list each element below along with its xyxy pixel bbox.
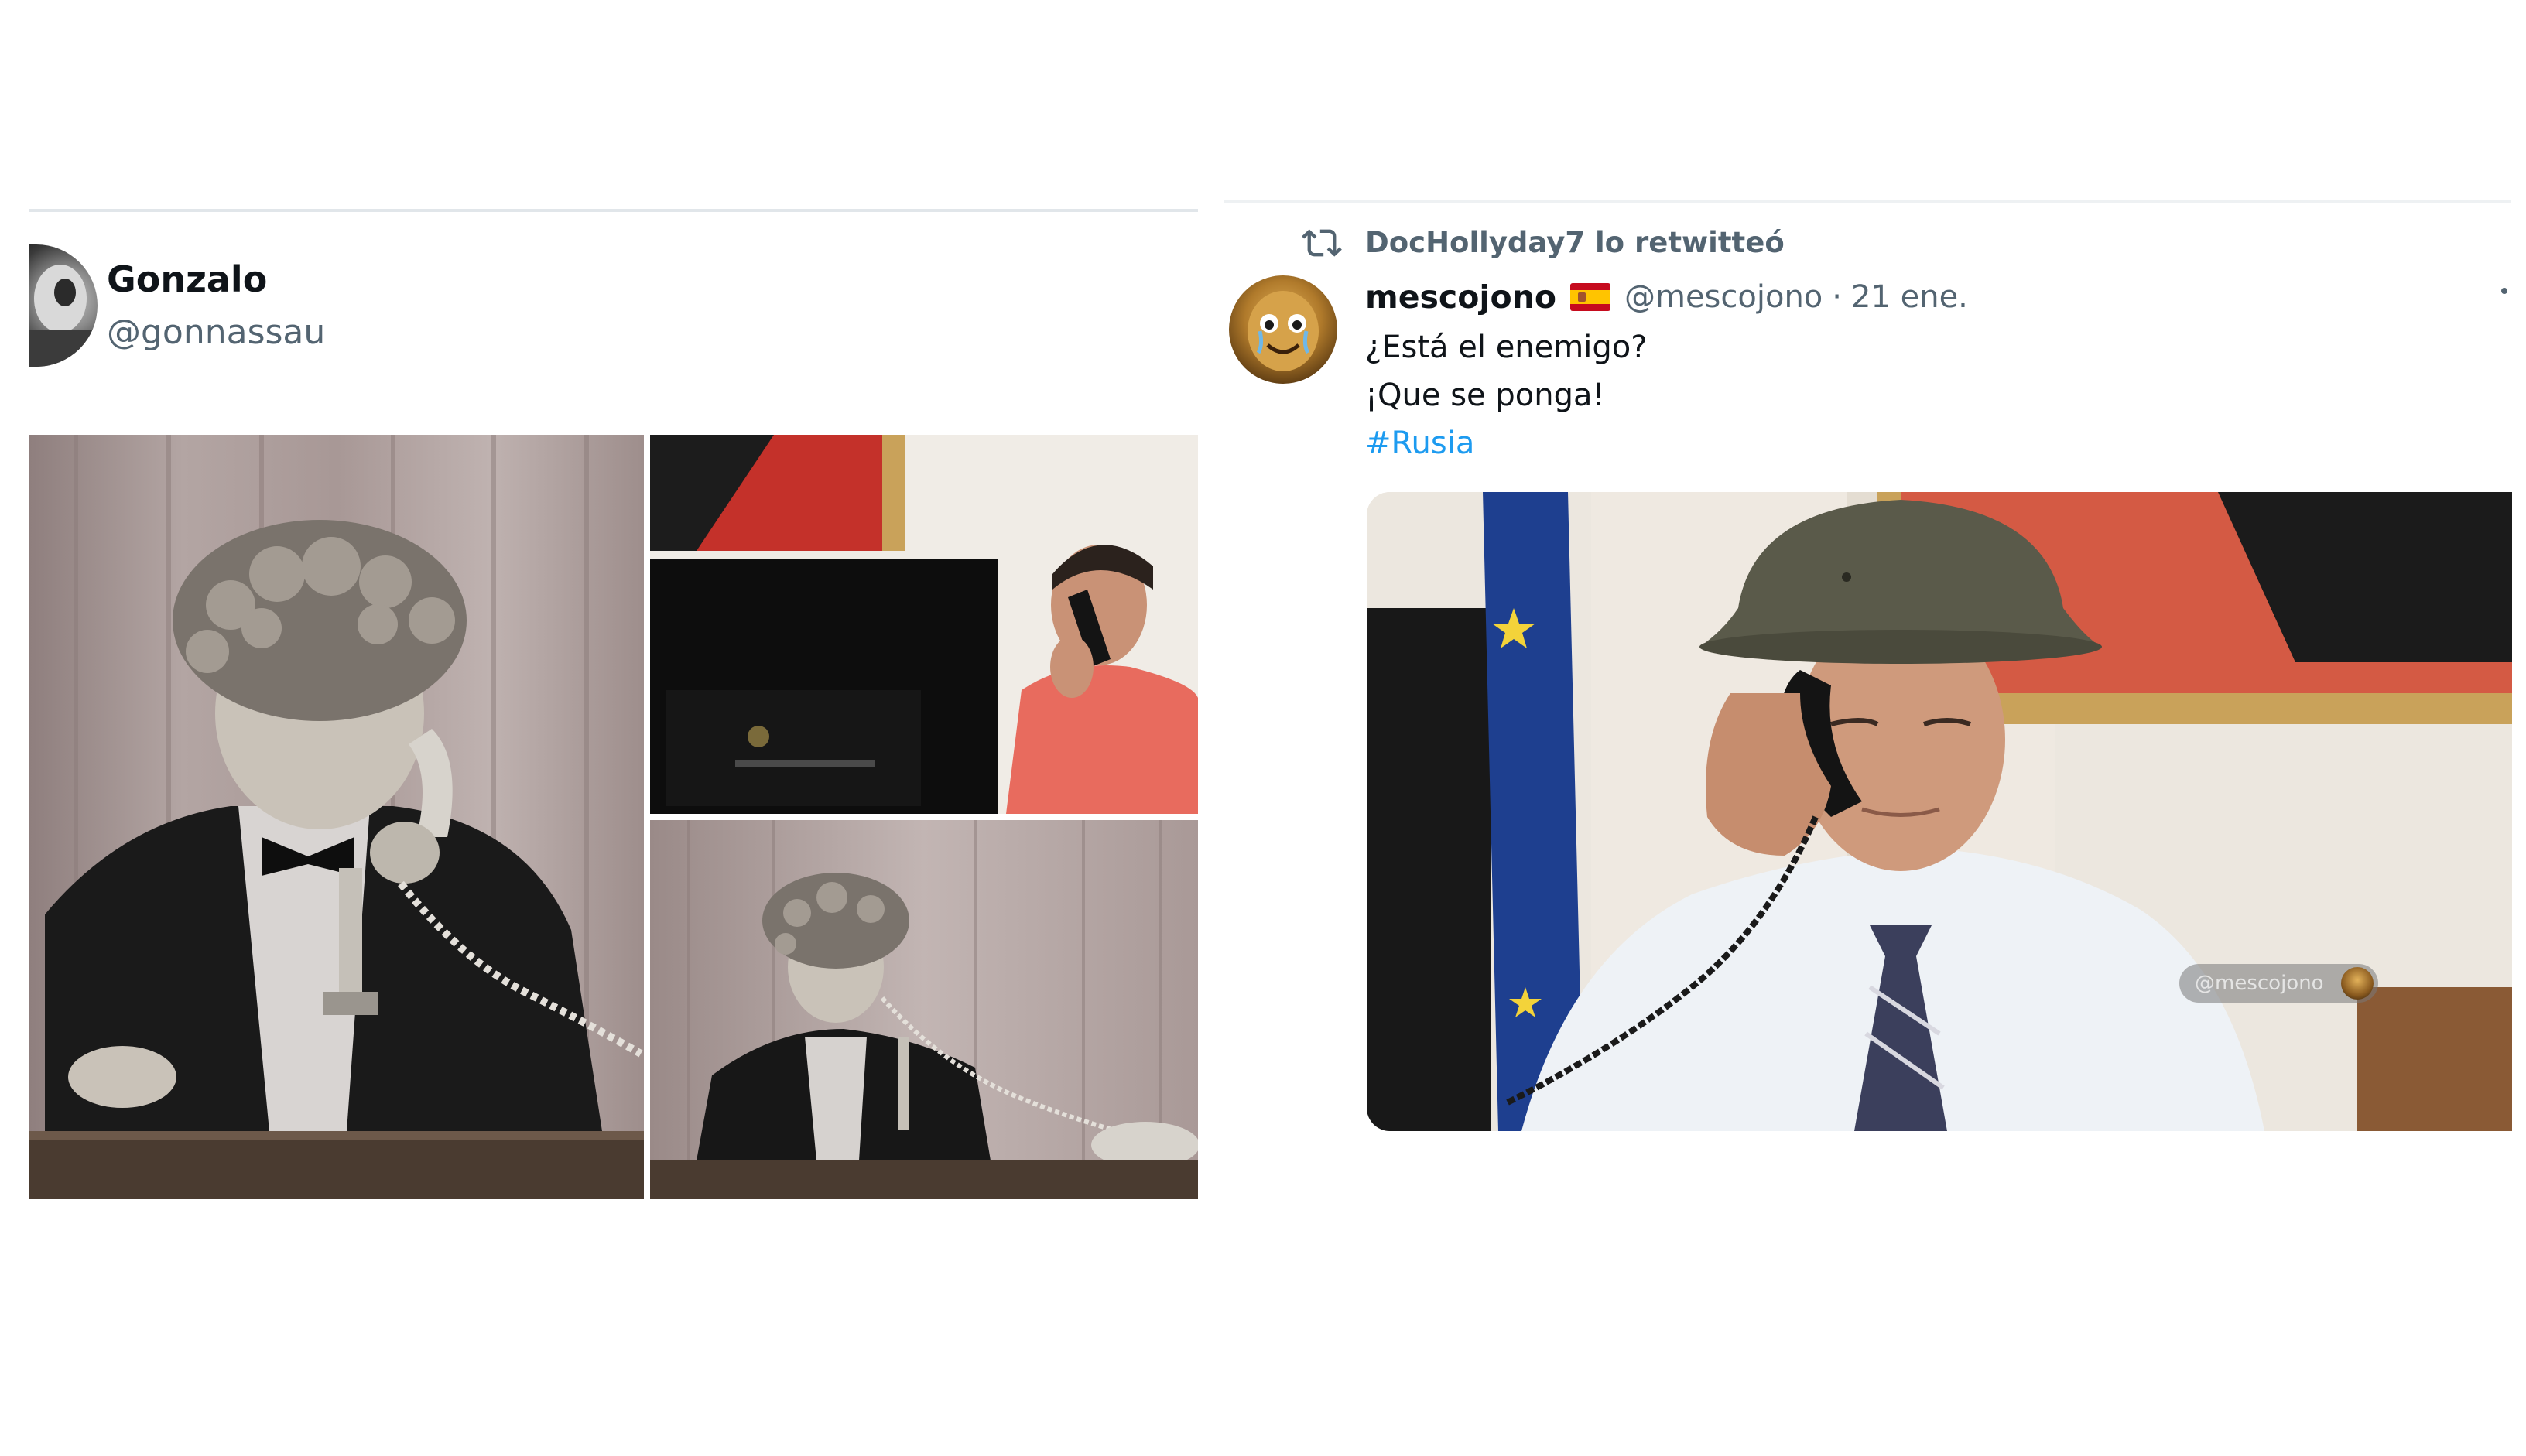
tweet-text-line: ¡Que se ponga! (1365, 378, 1605, 413)
profile-photo-icon (1248, 291, 1319, 371)
watermark-text: @mescojono (2195, 972, 2324, 995)
man-with-curly-wig-wide-photo (650, 820, 1198, 1199)
more-options-icon[interactable] (2501, 288, 2507, 294)
spain-flag-icon (1569, 283, 1610, 311)
profile-photo-icon (29, 265, 98, 367)
retweet-icon (1302, 229, 1342, 257)
watermark-avatar-icon (2340, 967, 2374, 1000)
tweet-text: ¿Está el enemigo? ¡Que se ponga! #Rusia (1365, 323, 1647, 467)
left-tweet: Gonzalo @gonnassau (29, 209, 1198, 1207)
avatar[interactable] (1229, 275, 1337, 384)
media-image-3[interactable] (650, 820, 1198, 1199)
media-image-1[interactable] (29, 435, 644, 1199)
avatar[interactable] (29, 244, 98, 367)
user-handle[interactable]: @mescojono (1624, 279, 1823, 315)
media-image-2[interactable] (650, 435, 1198, 814)
man-in-red-shirt-photo (650, 435, 1198, 814)
tweet-media-collage[interactable] (29, 435, 1198, 1199)
man-with-helmet-photo (1367, 492, 2512, 1131)
man-with-curly-wig-photo (29, 435, 644, 1199)
display-name[interactable]: Gonzalo (107, 258, 267, 300)
tweet-text-line: ¿Está el enemigo? (1365, 330, 1648, 365)
right-tweet: DocHollyday7 lo retwitteó mescojono @mes… (1224, 200, 2526, 1159)
tweet-divider (29, 209, 1198, 212)
tweet-timestamp[interactable]: 21 ene. (1851, 279, 1968, 315)
retweet-label[interactable]: DocHollyday7 lo retwitteó (1365, 226, 1785, 259)
tweet-divider (1224, 200, 2511, 203)
watermark: @mescojono (2179, 964, 2378, 1003)
tweet-media-image[interactable]: @mescojono (1367, 492, 2512, 1131)
header-separator: · (1832, 279, 1842, 315)
display-name[interactable]: mescojono (1365, 279, 1556, 316)
tweet-header: mescojono @mescojono · 21 ene. (1365, 274, 1968, 320)
user-handle[interactable]: @gonnassau (107, 313, 325, 352)
hashtag-link[interactable]: #Rusia (1365, 419, 1647, 467)
